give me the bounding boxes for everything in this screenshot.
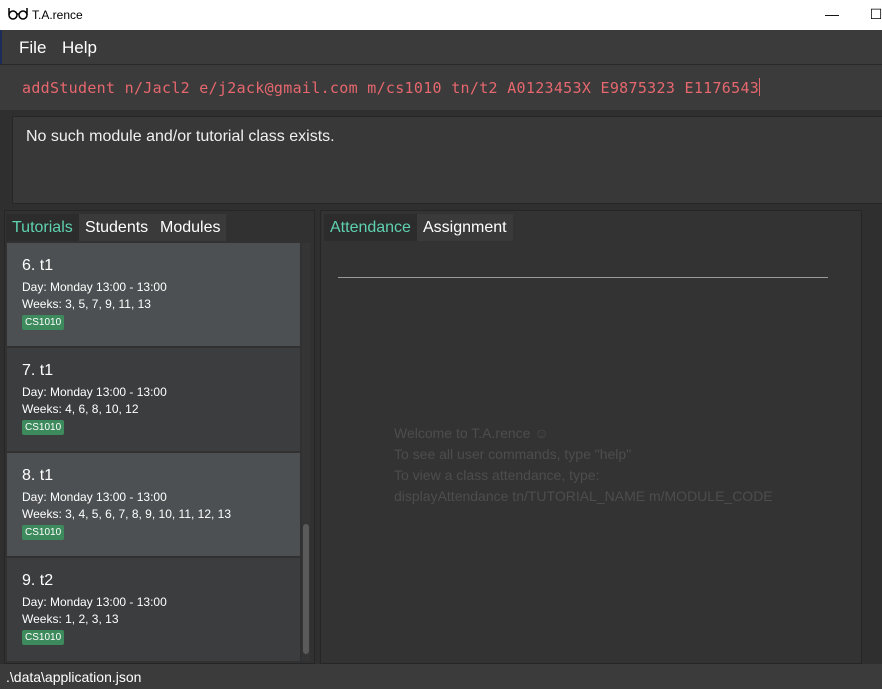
menu-bar: File Help — [0, 30, 882, 64]
tutorial-day: Day: Monday 13:00 - 13:00 — [22, 280, 167, 294]
tutorial-name: 6. t1 — [22, 257, 54, 274]
tutorial-card[interactable]: 6. t1 Day: Monday 13:00 - 13:00 Weeks: 3… — [7, 243, 300, 346]
command-text: addStudent n/Jacl2 e/j2ack@gmail.com m/c… — [22, 79, 760, 97]
tutorial-card[interactable]: 7. t1 Day: Monday 13:00 - 13:00 Weeks: 4… — [7, 348, 300, 451]
welcome-line: To see all user commands, type "help" — [394, 446, 632, 462]
result-message: No such module and/or tutorial class exi… — [26, 128, 335, 145]
command-input[interactable]: addStudent n/Jacl2 e/j2ack@gmail.com m/c… — [22, 78, 761, 97]
glasses-icon — [8, 8, 28, 20]
welcome-line: Welcome to T.A.rence ☺ — [394, 425, 549, 441]
module-tag: CS1010 — [22, 420, 65, 435]
command-box[interactable]: addStudent n/Jacl2 e/j2ack@gmail.com m/c… — [0, 64, 882, 112]
scrollbar-thumb[interactable] — [303, 524, 309, 654]
tutorial-day: Day: Monday 13:00 - 13:00 — [22, 385, 167, 399]
maximize-button[interactable]: ☐ — [866, 4, 882, 24]
tutorial-weeks: Weeks: 4, 6, 8, 10, 12 — [22, 402, 139, 416]
tutorial-day: Day: Monday 13:00 - 13:00 — [22, 490, 167, 504]
data-file-path: .\data\application.json — [6, 669, 142, 685]
tutorial-card[interactable]: 8. t1 Day: Monday 13:00 - 13:00 Weeks: 3… — [7, 453, 300, 556]
result-display-area: No such module and/or tutorial class exi… — [0, 110, 882, 208]
module-tag: CS1010 — [22, 630, 65, 645]
welcome-line: displayAttendance tn/TUTORIAL_NAME m/MOD… — [394, 488, 773, 504]
tutorial-weeks: Weeks: 3, 4, 5, 6, 7, 8, 9, 10, 11, 12, … — [22, 507, 232, 521]
module-tag: CS1010 — [22, 525, 65, 540]
status-bar: .\data\application.json — [0, 664, 882, 689]
divider — [338, 277, 828, 278]
tab-assignment[interactable]: Assignment — [417, 214, 513, 241]
menu-help[interactable]: Help — [62, 38, 97, 58]
tutorial-day: Day: Monday 13:00 - 13:00 — [22, 595, 167, 609]
tutorial-weeks: Weeks: 1, 2, 3, 13 — [22, 612, 119, 626]
tutorial-weeks: Weeks: 3, 5, 7, 9, 11, 13 — [22, 297, 151, 311]
welcome-message: Welcome to T.A.rence ☺ To see all user co… — [394, 423, 773, 507]
title-bar: T.A.rence — ☐ — [0, 0, 882, 30]
tutorial-list[interactable]: 6. t1 Day: Monday 13:00 - 13:00 Weeks: 3… — [7, 243, 300, 661]
tutorial-name: 7. t1 — [22, 362, 54, 379]
tab-modules[interactable]: Modules — [154, 214, 227, 241]
menu-file[interactable]: File — [19, 38, 46, 58]
welcome-line: To view a class attendance, type: — [394, 467, 600, 483]
result-display[interactable]: No such module and/or tutorial class exi… — [12, 116, 882, 204]
text-caret — [759, 78, 761, 96]
window-title: T.A.rence — [32, 8, 83, 22]
module-tag: CS1010 — [22, 315, 65, 330]
tutorial-name: 8. t1 — [22, 467, 54, 484]
detail-panel: Attendance Assignment Welcome to T.A.ren… — [320, 210, 862, 664]
tab-tutorials[interactable]: Tutorials — [6, 214, 79, 241]
tab-attendance[interactable]: Attendance — [324, 214, 417, 241]
list-panel: Tutorials Students Modules 6. t1 Day: Mo… — [4, 210, 315, 664]
list-scrollbar[interactable] — [302, 243, 310, 661]
tab-students[interactable]: Students — [79, 214, 155, 241]
minimize-button[interactable]: — — [822, 4, 842, 24]
tutorial-card[interactable]: 9. t2 Day: Monday 13:00 - 13:00 Weeks: 1… — [7, 558, 300, 661]
tutorial-name: 9. t2 — [22, 572, 54, 589]
